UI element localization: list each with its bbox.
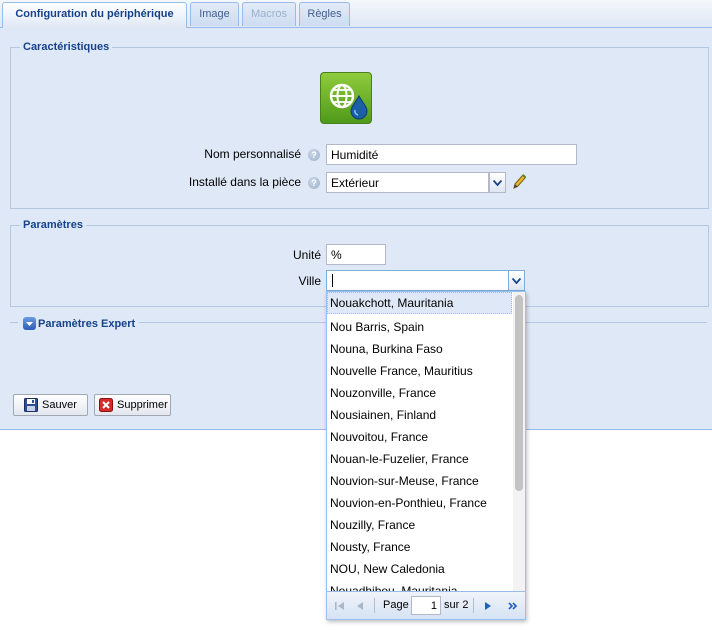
unit-label: Unité: [292, 248, 321, 262]
list-item[interactable]: Nouvoitou, France: [327, 426, 513, 448]
text-cursor: [332, 274, 333, 287]
name-label: Nom personnalisé: [204, 147, 301, 161]
room-select[interactable]: [326, 172, 489, 193]
page-total-label: sur 2: [444, 599, 469, 611]
list-item[interactable]: Nousiainen, Finland: [327, 404, 513, 426]
tab-image[interactable]: Image: [190, 2, 239, 26]
city-label: Ville: [298, 274, 321, 288]
expert-legend: Paramètres Expert: [38, 317, 136, 332]
room-dropdown-button[interactable]: [489, 172, 506, 193]
tab-device-configuration[interactable]: Configuration du périphérique: [2, 2, 187, 28]
list-item[interactable]: Nouzonville, France: [327, 382, 513, 404]
characteristics-fieldset: Caractéristiques Nom personnalisé ? Inst…: [10, 40, 709, 209]
characteristics-legend: Caractéristiques: [20, 40, 113, 55]
list-item[interactable]: Nou Barris, Spain: [327, 316, 513, 338]
city-dropdown-list: Nouakchott, Mauritania Nou Barris, Spain…: [326, 291, 526, 620]
delete-button[interactable]: Supprimer: [94, 394, 171, 416]
city-dropdown-button[interactable]: [508, 270, 525, 291]
list-item[interactable]: Nouvion-sur-Meuse, France: [327, 470, 513, 492]
red-x-icon: [99, 398, 113, 412]
pager-separator: [473, 598, 474, 613]
floppy-disk-icon: [24, 398, 38, 412]
pager-separator: [374, 598, 375, 613]
tab-macros[interactable]: Macros: [242, 2, 296, 26]
city-combobox[interactable]: [326, 270, 510, 291]
list-item[interactable]: NOU, New Caledonia: [327, 558, 513, 580]
device-icon[interactable]: [320, 72, 372, 124]
list-item[interactable]: Nouvelle France, Mauritius: [327, 360, 513, 382]
help-icon[interactable]: ?: [308, 149, 320, 161]
tab-rules[interactable]: Règles: [299, 2, 350, 26]
room-label: Installé dans la pièce: [188, 175, 301, 189]
chevron-down-icon: [492, 179, 503, 187]
dropdown-scrollbar[interactable]: [513, 292, 525, 593]
list-item[interactable]: Nouvion-en-Ponthieu, France: [327, 492, 513, 514]
dropdown-pager: Page sur 2: [327, 591, 525, 619]
list-item[interactable]: Nouan-le-Fuzelier, France: [327, 448, 513, 470]
save-button[interactable]: Sauver: [13, 394, 88, 416]
expert-section-toggle[interactable]: Paramètres Expert: [18, 316, 140, 332]
list-item[interactable]: Nouna, Burkina Faso: [327, 338, 513, 360]
chevron-down-icon: [511, 277, 522, 285]
scrollbar-thumb[interactable]: [515, 295, 523, 491]
expand-icon: [23, 317, 36, 330]
name-input[interactable]: [326, 144, 577, 165]
city-options: Nouakchott, Mauritania Nou Barris, Spain…: [327, 292, 513, 593]
help-icon[interactable]: ?: [308, 177, 320, 189]
unit-input[interactable]: [326, 244, 386, 265]
parameters-legend: Paramètres: [20, 218, 86, 233]
page-label: Page: [383, 599, 409, 611]
delete-button-label: Supprimer: [117, 399, 168, 411]
list-item[interactable]: Nouakchott, Mauritania: [327, 292, 512, 314]
next-page-icon[interactable]: [481, 599, 495, 613]
page-number-input[interactable]: [411, 596, 441, 615]
more-icon[interactable]: [506, 599, 520, 613]
first-page-icon[interactable]: [333, 599, 347, 613]
save-button-label: Sauver: [42, 399, 77, 411]
previous-page-icon[interactable]: [353, 599, 367, 613]
pencil-icon[interactable]: [511, 173, 527, 191]
tab-bar: Configuration du périphérique Image Macr…: [0, 0, 712, 28]
list-item[interactable]: Nousty, France: [327, 536, 513, 558]
list-item[interactable]: Nouzilly, France: [327, 514, 513, 536]
